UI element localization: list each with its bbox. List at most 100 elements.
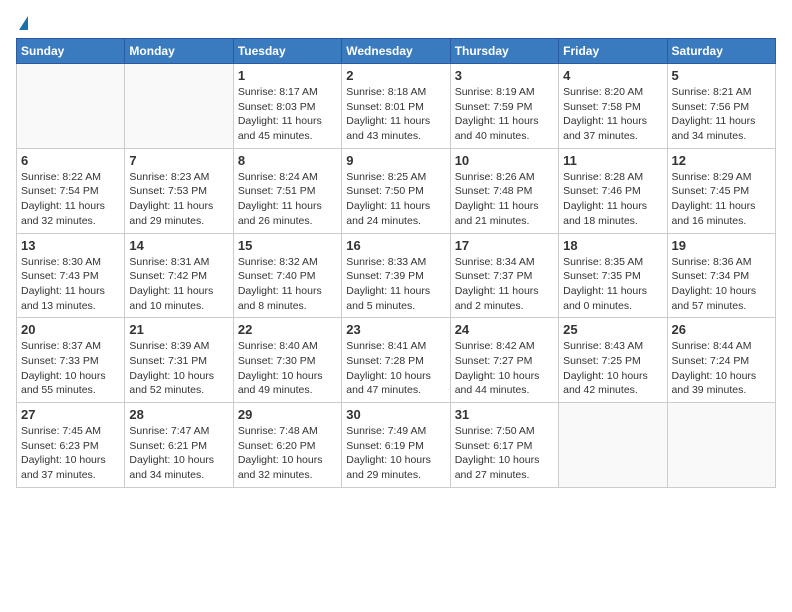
day-info: Sunrise: 8:43 AM Sunset: 7:25 PM Dayligh… [563, 339, 662, 398]
day-info: Sunrise: 8:25 AM Sunset: 7:50 PM Dayligh… [346, 170, 445, 229]
page-header [16, 16, 776, 30]
day-number: 18 [563, 238, 662, 253]
calendar-day-cell: 24Sunrise: 8:42 AM Sunset: 7:27 PM Dayli… [450, 318, 558, 403]
day-info: Sunrise: 8:20 AM Sunset: 7:58 PM Dayligh… [563, 85, 662, 144]
day-number: 14 [129, 238, 228, 253]
day-number: 9 [346, 153, 445, 168]
calendar-day-cell: 9 Sunrise: 8:25 AM Sunset: 7:50 PM Daylig… [342, 148, 450, 233]
calendar-day-cell: 8 Sunrise: 8:24 AM Sunset: 7:51 PM Daylig… [233, 148, 341, 233]
day-number: 8 [238, 153, 337, 168]
calendar-day-cell: 7Sunrise: 8:23 AM Sunset: 7:53 PM Daylig… [125, 148, 233, 233]
day-info: Sunrise: 8:37 AM Sunset: 7:33 PM Dayligh… [21, 339, 120, 398]
calendar-day-cell: 30Sunrise: 7:49 AM Sunset: 6:19 PM Dayli… [342, 403, 450, 488]
calendar-day-cell: 20 Sunrise: 8:37 AM Sunset: 7:33 PM Dayli… [17, 318, 125, 403]
day-info: Sunrise: 8:44 AM Sunset: 7:24 PM Dayligh… [672, 339, 771, 398]
calendar-day-cell: 16Sunrise: 8:33 AM Sunset: 7:39 PM Dayli… [342, 233, 450, 318]
day-info: Sunrise: 8:19 AM Sunset: 7:59 PM Dayligh… [455, 85, 554, 144]
day-info: Sunrise: 8:22 AM Sunset: 7:54 PM Dayligh… [21, 170, 120, 229]
day-info: Sunrise: 8:41 AM Sunset: 7:28 PM Dayligh… [346, 339, 445, 398]
calendar-day-cell [17, 64, 125, 149]
day-info: Sunrise: 8:21 AM Sunset: 7:56 PM Dayligh… [672, 85, 771, 144]
calendar-day-cell: 27 Sunrise: 7:45 AM Sunset: 6:23 PM Dayli… [17, 403, 125, 488]
calendar-week-row: 13 Sunrise: 8:30 AM Sunset: 7:43 PM Dayli… [17, 233, 776, 318]
day-number: 10 [455, 153, 554, 168]
calendar-day-cell [667, 403, 775, 488]
calendar-day-cell: 31 Sunrise: 7:50 AM Sunset: 6:17 PM Dayli… [450, 403, 558, 488]
day-number: 12 [672, 153, 771, 168]
day-number: 25 [563, 322, 662, 337]
day-info: Sunrise: 7:49 AM Sunset: 6:19 PM Dayligh… [346, 424, 445, 483]
day-info: Sunrise: 8:32 AM Sunset: 7:40 PM Dayligh… [238, 255, 337, 314]
calendar-day-cell: 3 Sunrise: 8:19 AM Sunset: 7:59 PM Daylig… [450, 64, 558, 149]
calendar-day-cell: 28 Sunrise: 7:47 AM Sunset: 6:21 PM Dayli… [125, 403, 233, 488]
day-info: Sunrise: 7:50 AM Sunset: 6:17 PM Dayligh… [455, 424, 554, 483]
day-number: 13 [21, 238, 120, 253]
calendar-day-cell: 26 Sunrise: 8:44 AM Sunset: 7:24 PM Dayli… [667, 318, 775, 403]
calendar-day-cell: 1 Sunrise: 8:17 AM Sunset: 8:03 PM Daylig… [233, 64, 341, 149]
day-info: Sunrise: 8:30 AM Sunset: 7:43 PM Dayligh… [21, 255, 120, 314]
day-number: 29 [238, 407, 337, 422]
calendar-day-cell: 5 Sunrise: 8:21 AM Sunset: 7:56 PM Daylig… [667, 64, 775, 149]
calendar-week-row: 20 Sunrise: 8:37 AM Sunset: 7:33 PM Dayli… [17, 318, 776, 403]
calendar-day-cell: 4 Sunrise: 8:20 AM Sunset: 7:58 PM Daylig… [559, 64, 667, 149]
calendar-header-cell: Sunday [17, 39, 125, 64]
calendar-day-cell: 19Sunrise: 8:36 AM Sunset: 7:34 PM Dayli… [667, 233, 775, 318]
calendar-week-row: 6Sunrise: 8:22 AM Sunset: 7:54 PM Daylig… [17, 148, 776, 233]
day-number: 20 [21, 322, 120, 337]
calendar-day-cell: 23 Sunrise: 8:41 AM Sunset: 7:28 PM Dayli… [342, 318, 450, 403]
calendar-day-cell: 10 Sunrise: 8:26 AM Sunset: 7:48 PM Dayli… [450, 148, 558, 233]
day-number: 19 [672, 238, 771, 253]
calendar-header-cell: Tuesday [233, 39, 341, 64]
calendar-day-cell: 18Sunrise: 8:35 AM Sunset: 7:35 PM Dayli… [559, 233, 667, 318]
calendar-body: 1 Sunrise: 8:17 AM Sunset: 8:03 PM Daylig… [17, 64, 776, 488]
calendar-day-cell: 2Sunrise: 8:18 AM Sunset: 8:01 PM Daylig… [342, 64, 450, 149]
calendar-header-cell: Saturday [667, 39, 775, 64]
day-number: 3 [455, 68, 554, 83]
calendar-week-row: 27 Sunrise: 7:45 AM Sunset: 6:23 PM Dayli… [17, 403, 776, 488]
calendar-day-cell: 15 Sunrise: 8:32 AM Sunset: 7:40 PM Dayli… [233, 233, 341, 318]
calendar-day-cell: 6Sunrise: 8:22 AM Sunset: 7:54 PM Daylig… [17, 148, 125, 233]
calendar-day-cell: 22Sunrise: 8:40 AM Sunset: 7:30 PM Dayli… [233, 318, 341, 403]
calendar-header-cell: Wednesday [342, 39, 450, 64]
day-number: 21 [129, 322, 228, 337]
calendar-header-cell: Friday [559, 39, 667, 64]
day-info: Sunrise: 8:28 AM Sunset: 7:46 PM Dayligh… [563, 170, 662, 229]
day-info: Sunrise: 8:18 AM Sunset: 8:01 PM Dayligh… [346, 85, 445, 144]
day-number: 4 [563, 68, 662, 83]
day-info: Sunrise: 8:31 AM Sunset: 7:42 PM Dayligh… [129, 255, 228, 314]
day-info: Sunrise: 7:47 AM Sunset: 6:21 PM Dayligh… [129, 424, 228, 483]
calendar-header-cell: Monday [125, 39, 233, 64]
calendar-header-cell: Thursday [450, 39, 558, 64]
day-number: 17 [455, 238, 554, 253]
day-number: 1 [238, 68, 337, 83]
calendar-day-cell: 13 Sunrise: 8:30 AM Sunset: 7:43 PM Dayli… [17, 233, 125, 318]
day-info: Sunrise: 8:24 AM Sunset: 7:51 PM Dayligh… [238, 170, 337, 229]
logo [16, 16, 28, 30]
calendar-day-cell: 14 Sunrise: 8:31 AM Sunset: 7:42 PM Dayli… [125, 233, 233, 318]
day-number: 31 [455, 407, 554, 422]
calendar-day-cell: 21 Sunrise: 8:39 AM Sunset: 7:31 PM Dayli… [125, 318, 233, 403]
day-number: 27 [21, 407, 120, 422]
day-number: 26 [672, 322, 771, 337]
day-number: 22 [238, 322, 337, 337]
day-number: 5 [672, 68, 771, 83]
day-info: Sunrise: 8:29 AM Sunset: 7:45 PM Dayligh… [672, 170, 771, 229]
day-number: 24 [455, 322, 554, 337]
day-number: 28 [129, 407, 228, 422]
calendar-week-row: 1 Sunrise: 8:17 AM Sunset: 8:03 PM Daylig… [17, 64, 776, 149]
calendar-day-cell: 29 Sunrise: 7:48 AM Sunset: 6:20 PM Dayli… [233, 403, 341, 488]
day-info: Sunrise: 7:48 AM Sunset: 6:20 PM Dayligh… [238, 424, 337, 483]
calendar-day-cell: 25 Sunrise: 8:43 AM Sunset: 7:25 PM Dayli… [559, 318, 667, 403]
day-number: 11 [563, 153, 662, 168]
day-number: 16 [346, 238, 445, 253]
calendar-day-cell: 11 Sunrise: 8:28 AM Sunset: 7:46 PM Dayli… [559, 148, 667, 233]
day-number: 23 [346, 322, 445, 337]
day-info: Sunrise: 8:23 AM Sunset: 7:53 PM Dayligh… [129, 170, 228, 229]
day-info: Sunrise: 8:34 AM Sunset: 7:37 PM Dayligh… [455, 255, 554, 314]
day-number: 15 [238, 238, 337, 253]
day-info: Sunrise: 8:26 AM Sunset: 7:48 PM Dayligh… [455, 170, 554, 229]
day-info: Sunrise: 8:39 AM Sunset: 7:31 PM Dayligh… [129, 339, 228, 398]
day-info: Sunrise: 7:45 AM Sunset: 6:23 PM Dayligh… [21, 424, 120, 483]
day-info: Sunrise: 8:17 AM Sunset: 8:03 PM Dayligh… [238, 85, 337, 144]
calendar-table: SundayMondayTuesdayWednesdayThursdayFrid… [16, 38, 776, 488]
